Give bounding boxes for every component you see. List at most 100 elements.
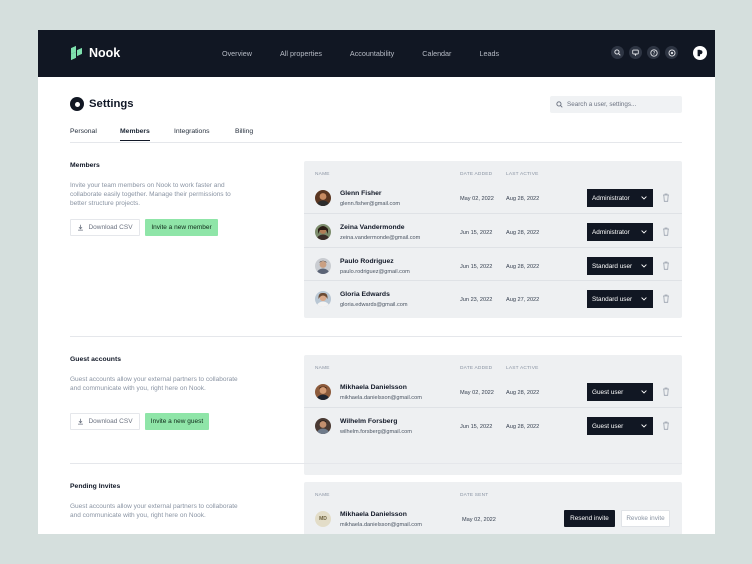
guests-section-description: Guest accounts allow your external partn… — [70, 376, 238, 393]
invitee-email: mikhaela.danielsson@gmail.com — [340, 522, 422, 528]
member-name: Glenn Fisher — [340, 190, 382, 197]
help-icon[interactable]: ? — [647, 46, 660, 59]
user-avatar[interactable] — [693, 46, 707, 60]
avatar — [315, 258, 331, 274]
member-email: zeina.vandermonde@gmail.com — [340, 235, 421, 241]
table-row: Glenn Fisher glenn.fisher@gmail.com May … — [304, 180, 682, 213]
guest-name: Wilhelm Forsberg — [340, 418, 398, 425]
table-row: Wilhelm Forsberg wilhelm.forsberg@gmail.… — [304, 407, 682, 440]
column-header-date-sent: DATE SENT — [460, 493, 489, 498]
tab-personal[interactable]: Personal — [70, 128, 97, 140]
column-header-date-added: DATE ADDED — [460, 172, 493, 177]
chevron-down-icon — [641, 424, 647, 428]
role-label: Administrator — [592, 194, 630, 202]
download-csv-button[interactable]: Download CSV — [70, 413, 140, 430]
members-section-title: Members — [70, 162, 100, 169]
trash-icon[interactable] — [662, 387, 670, 396]
date-sent: May 02, 2022 — [462, 517, 496, 523]
role-select[interactable]: Standard user — [587, 257, 653, 275]
chevron-down-icon — [641, 196, 647, 200]
search-placeholder: Search a user, settings... — [567, 101, 637, 108]
guests-table: NAME DATE ADDED LAST ACTIVE Mikhaela Dan… — [304, 355, 682, 475]
revoke-invite-button[interactable]: Revoke invite — [621, 510, 670, 527]
search-icon[interactable] — [611, 46, 624, 59]
last-active: Aug 27, 2022 — [506, 297, 540, 303]
avatar — [315, 291, 331, 307]
settings-tabs: Personal Members Integrations Billing — [70, 128, 682, 143]
page-title: Settings — [89, 98, 134, 110]
member-name: Gloria Edwards — [340, 291, 390, 298]
role-label: Guest user — [592, 388, 624, 396]
guest-email: mikhaela.danielsson@gmail.com — [340, 395, 422, 401]
member-email: glenn.fisher@gmail.com — [340, 201, 401, 207]
last-active: Aug 28, 2022 — [506, 264, 540, 270]
avatar — [315, 418, 331, 434]
search-field-icon — [556, 101, 563, 108]
main-nav: Overview All properties Accountability C… — [222, 49, 499, 58]
role-select[interactable]: Administrator — [587, 189, 653, 207]
role-select[interactable]: Administrator — [587, 223, 653, 241]
page-header: Settings — [70, 97, 134, 111]
invitee-name: Mikhaela Danielsson — [340, 511, 407, 518]
last-active: Aug 28, 2022 — [506, 390, 540, 396]
section-divider — [70, 336, 682, 337]
download-icon — [78, 224, 84, 231]
trash-icon[interactable] — [662, 294, 670, 303]
guest-name: Mikhaela Danielsson — [340, 384, 407, 391]
download-icon — [78, 418, 84, 425]
nav-link-leads[interactable]: Leads — [479, 49, 499, 58]
search-input[interactable]: Search a user, settings... — [550, 96, 682, 113]
member-name: Zeina Vandermonde — [340, 224, 405, 231]
nook-logo-icon — [71, 45, 84, 61]
column-header-last-active: LAST ACTIVE — [506, 172, 539, 177]
avatar — [315, 384, 331, 400]
nav-link-overview[interactable]: Overview — [222, 49, 252, 58]
pending-invites-table: NAME DATE SENT MD Mikhaela Danielsson mi… — [304, 482, 682, 534]
column-header-name: NAME — [315, 493, 330, 498]
pending-section-description: Guest accounts allow your external partn… — [70, 503, 238, 520]
trash-icon[interactable] — [662, 421, 670, 430]
trash-icon[interactable] — [662, 193, 670, 202]
guest-email: wilhelm.forsberg@gmail.com — [340, 429, 412, 435]
column-header-last-active: LAST ACTIVE — [506, 366, 539, 371]
resend-invite-button[interactable]: Resend invite — [564, 510, 615, 527]
date-added: Jun 23, 2022 — [460, 297, 493, 303]
role-label: Standard user — [592, 295, 633, 303]
nav-link-all-properties[interactable]: All properties — [280, 49, 322, 58]
column-header-name: NAME — [315, 172, 330, 177]
guests-section-title: Guest accounts — [70, 356, 121, 363]
chevron-down-icon — [641, 264, 647, 268]
chevron-down-icon — [641, 297, 647, 301]
tab-integrations[interactable]: Integrations — [174, 128, 210, 140]
last-active: Aug 28, 2022 — [506, 424, 540, 430]
column-header-date-added: DATE ADDED — [460, 366, 493, 371]
nav-link-calendar[interactable]: Calendar — [422, 49, 451, 58]
table-row: Paulo Rodriguez paulo.rodriguez@gmail.co… — [304, 247, 682, 280]
role-label: Standard user — [592, 262, 633, 270]
trash-icon[interactable] — [662, 227, 670, 236]
nav-link-accountability[interactable]: Accountability — [350, 49, 394, 58]
avatar — [315, 224, 331, 240]
role-select[interactable]: Guest user — [587, 383, 653, 401]
tab-members[interactable]: Members — [120, 128, 150, 141]
chat-icon[interactable] — [629, 46, 642, 59]
role-select[interactable]: Standard user — [587, 290, 653, 308]
settings-icon[interactable] — [665, 46, 678, 59]
column-header-name: NAME — [315, 366, 330, 371]
date-added: Jun 15, 2022 — [460, 264, 493, 270]
last-active: Aug 28, 2022 — [506, 230, 540, 236]
tab-billing[interactable]: Billing — [235, 128, 253, 140]
invite-member-label: Invite a new member — [151, 224, 212, 231]
download-csv-button[interactable]: Download CSV — [70, 219, 140, 236]
trash-icon[interactable] — [662, 261, 670, 270]
invite-guest-button[interactable]: Invite a new guest — [145, 413, 209, 430]
role-select[interactable]: Guest user — [587, 417, 653, 435]
chevron-down-icon — [641, 390, 647, 394]
nav-icon-group: ? — [611, 46, 678, 59]
avatar: MD — [315, 511, 331, 527]
pending-section-title: Pending Invites — [70, 483, 121, 490]
logo[interactable]: Nook — [71, 45, 120, 61]
members-section-description: Invite your team members on Nook to work… — [70, 182, 231, 208]
invite-member-button[interactable]: Invite a new member — [145, 219, 218, 236]
role-label: Guest user — [592, 422, 624, 430]
